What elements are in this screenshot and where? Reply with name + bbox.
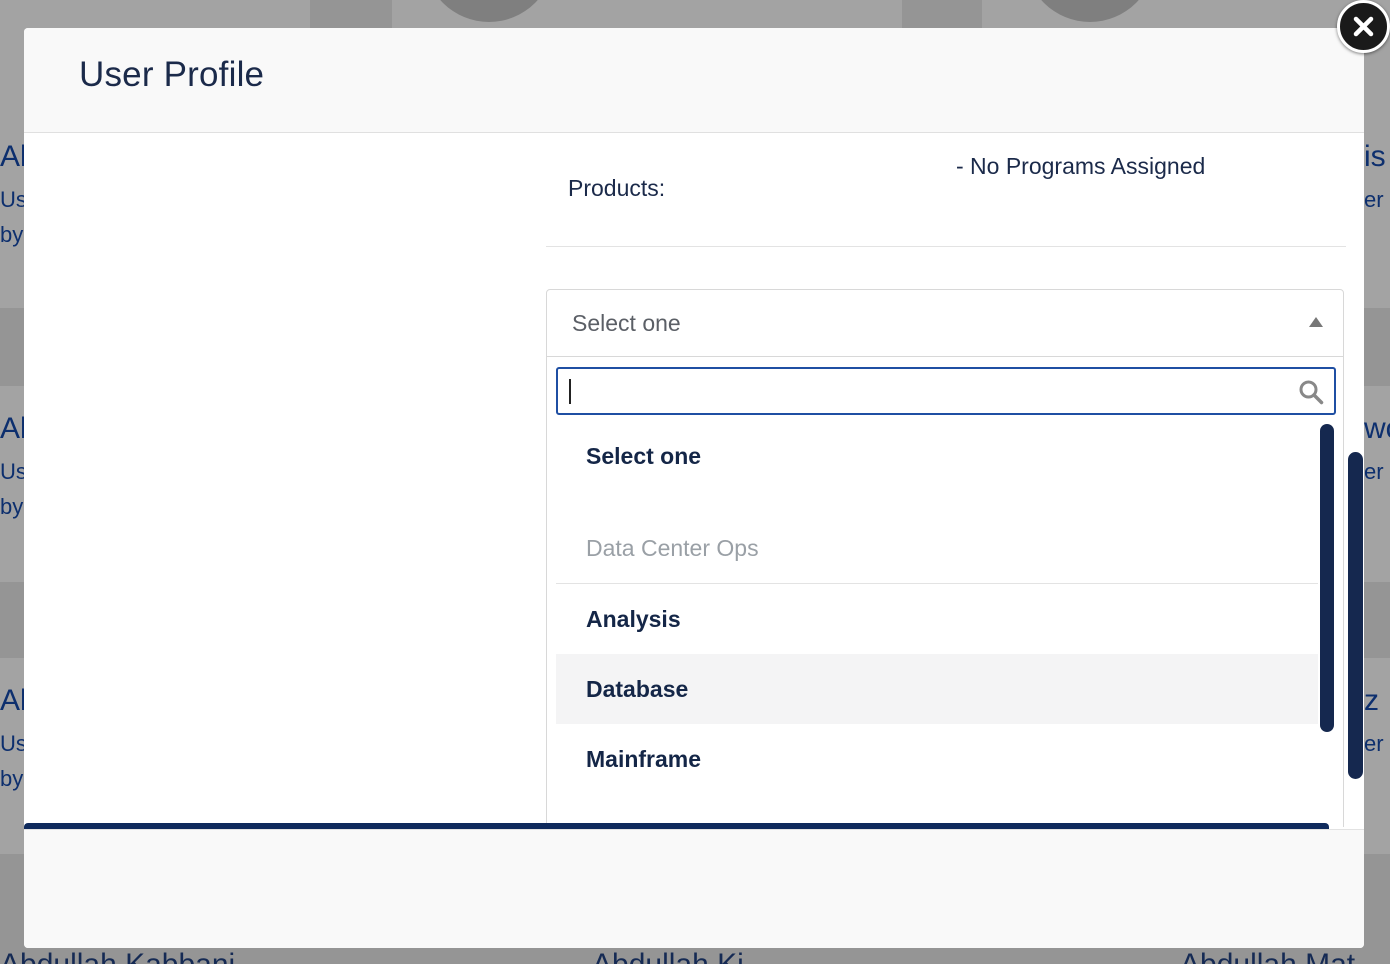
product-select[interactable]: Select one [546,289,1344,357]
programs-status: - No Programs Assigned [956,153,1206,179]
background-text: by [0,494,24,519]
background-text: Us [0,731,27,756]
modal-title: User Profile [79,55,265,94]
background-text: Us [0,187,27,212]
option-select-one[interactable]: Select one [556,421,1318,511]
background-text: Al [0,140,27,173]
triangle-up-icon [1309,317,1323,327]
select-value: Select one [572,310,681,336]
background-text: by [0,222,24,247]
optgroup-label: Data Center Ops [586,535,759,561]
background-text: by [0,766,24,791]
background-text: z [1364,684,1379,717]
option-label: Select one [586,443,702,469]
search-icon [1299,380,1324,405]
dropdown-options: Select one Data Center Ops Analysis Data… [556,421,1318,794]
background-name: Abdullah Kabbani [0,948,235,964]
option-label: Mainframe [586,746,702,772]
background-text: er [1364,187,1384,212]
select-dropdown: Select one Data Center Ops Analysis Data… [546,357,1344,827]
modal-header: User Profile [24,28,1364,133]
background-text: er [1364,459,1384,484]
background-text: Al [0,412,27,445]
search-input[interactable] [568,369,1282,415]
option-mainframe[interactable]: Mainframe [556,724,1318,794]
option-label: Database [586,676,689,702]
background-text: Us [0,459,27,484]
background-text: er [1364,731,1384,756]
option-label: Analysis [586,606,681,632]
background-text: is [1364,140,1386,173]
option-analysis[interactable]: Analysis [556,584,1318,654]
modal-footer [24,829,1364,948]
dropdown-scrollbar[interactable] [1320,424,1334,732]
background-name: Abdullah Ki [592,948,744,964]
background-text: Al [0,684,27,717]
option-database[interactable]: Database [556,654,1318,724]
user-profile-modal: User Profile Products: - No Programs Ass… [24,28,1364,948]
close-icon [1353,16,1374,37]
close-button[interactable] [1337,0,1390,53]
background-text: wo [1364,412,1390,445]
divider [546,246,1346,247]
modal-scrollbar[interactable] [1348,452,1363,779]
modal-body: Products: - No Programs Assigned Select … [24,133,1364,827]
text-caret [569,379,571,404]
optgroup-data-center-ops: Data Center Ops [556,511,1318,584]
products-label: Products: [568,175,666,201]
background-name: Abdullah Mat [1180,948,1355,964]
dropdown-search[interactable] [556,367,1336,415]
